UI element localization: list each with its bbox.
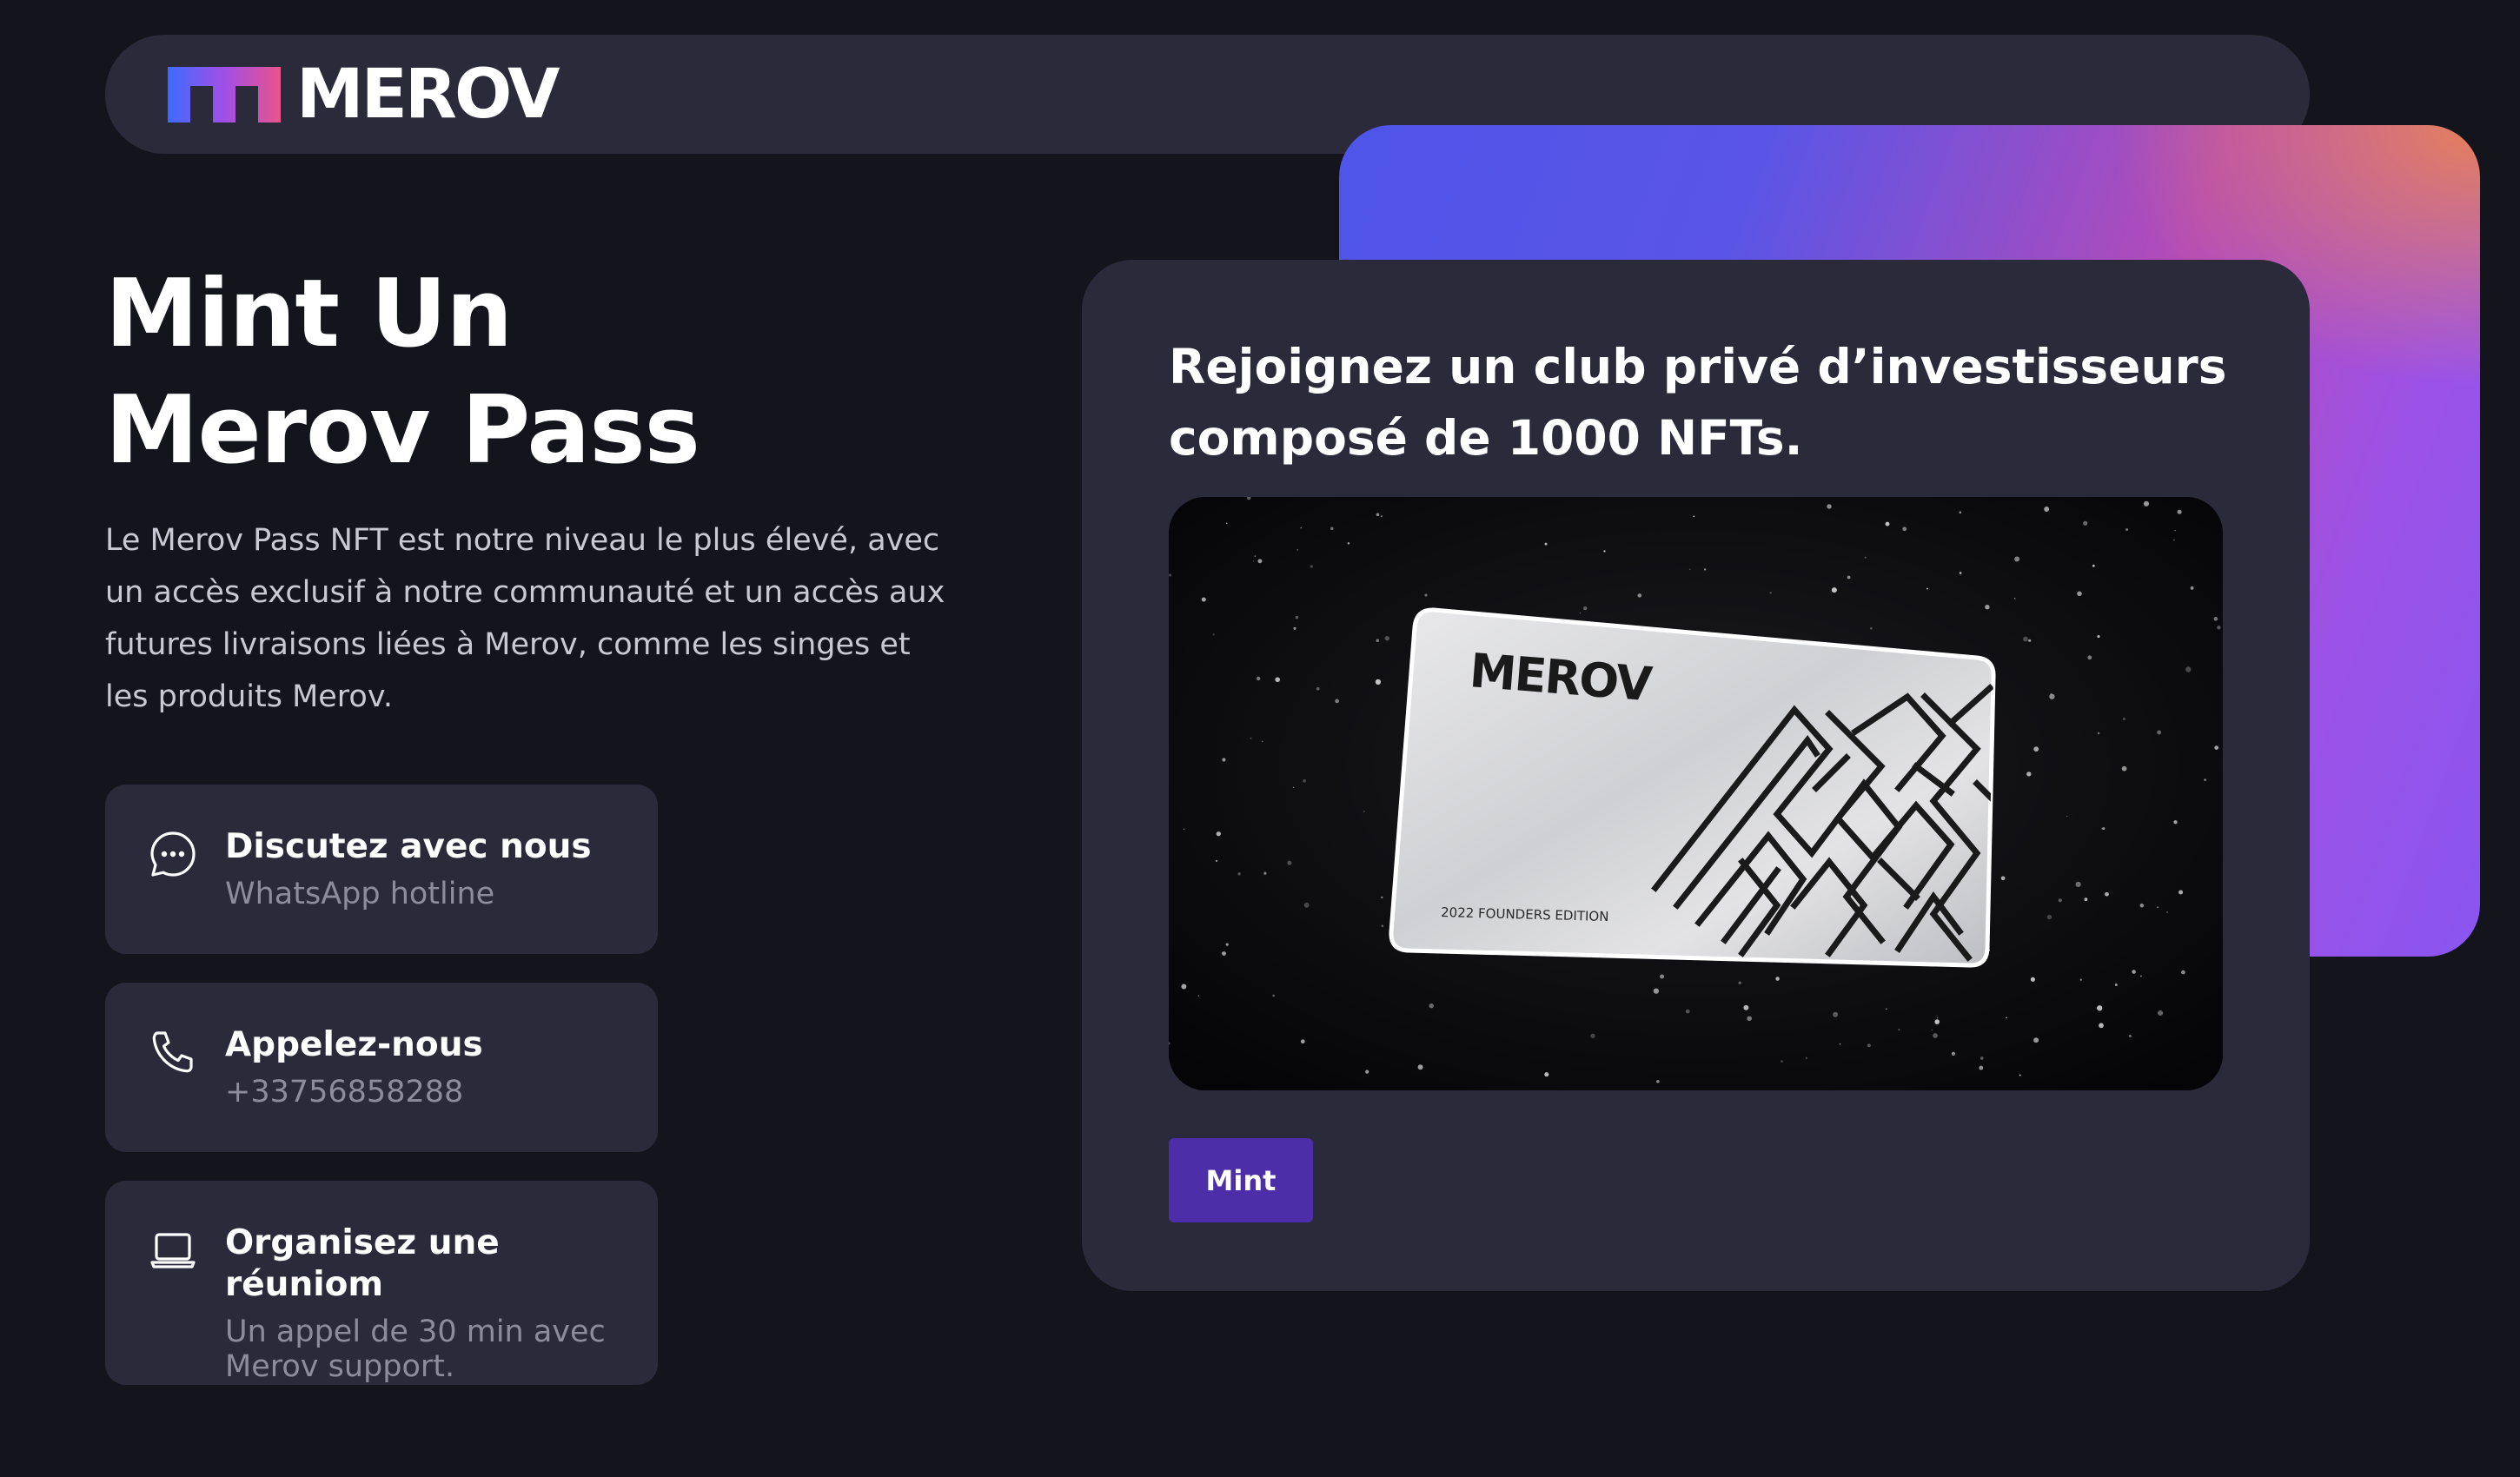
contact-card-chat[interactable]: Discutez avec nous WhatsApp hotline <box>105 785 658 954</box>
mint-card: Rejoignez un club privé d’investisseurs … <box>1082 260 2310 1291</box>
contact-text: Appelez-nous +33756858288 <box>225 1024 483 1109</box>
contact-subtitle: +33756858288 <box>225 1075 464 1109</box>
contact-title: Organisez une réuniom <box>225 1223 500 1304</box>
nft-pass-illustration: MEROV 2022 FOUNDERS EDITION <box>1169 497 2223 1090</box>
mint-button[interactable]: Mint <box>1169 1138 1313 1222</box>
title-line-2: Merov Pass <box>105 376 700 485</box>
mint-card-heading: Rejoignez un club privé d’investisseurs … <box>1169 339 2227 466</box>
merov-logo[interactable]: MEROV <box>168 55 560 134</box>
contact-subtitle: Un appel de 30 min avec Merov support. <box>225 1315 606 1384</box>
page: MEROV Mint Un Merov Pass Le Merov Pass N… <box>0 0 2520 1477</box>
hero-description: Le Merov Pass NFT est notre niveau le pl… <box>105 523 945 714</box>
title-line-1: Mint Un <box>105 260 513 368</box>
nft-card-image: MEROV 2022 FOUNDERS EDITION <box>1169 497 2223 1090</box>
contact-card-meeting[interactable]: Organisez une réuniom Un appel de 30 min… <box>105 1181 658 1385</box>
contact-card-phone[interactable]: Appelez-nous +33756858288 <box>105 983 658 1152</box>
logo-wordmark: MEROV <box>296 55 560 134</box>
contact-text: Organisez une réuniom Un appel de 30 min… <box>225 1222 614 1384</box>
page-title: Mint Un Merov Pass <box>105 256 700 489</box>
chat-bubble-icon <box>149 830 197 878</box>
contact-subtitle: WhatsApp hotline <box>225 877 495 911</box>
phone-icon <box>149 1028 197 1076</box>
contact-title: Appelez-nous <box>225 1025 483 1064</box>
contact-text: Discutez avec nous WhatsApp hotline <box>225 826 592 911</box>
merov-m-logo-icon <box>168 66 281 123</box>
laptop-icon <box>149 1226 197 1275</box>
contact-title: Discutez avec nous <box>225 827 592 866</box>
